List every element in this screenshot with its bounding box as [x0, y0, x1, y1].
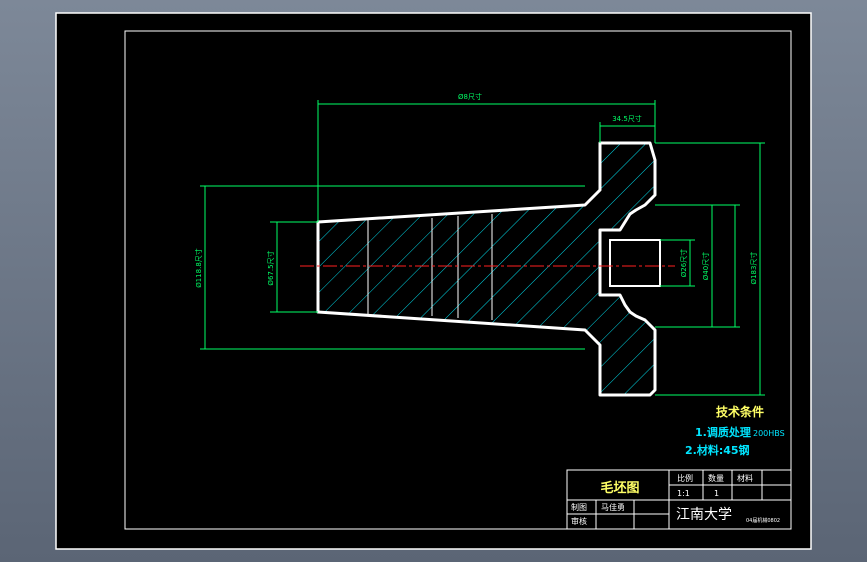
title-drawn-label: 制图 — [571, 502, 587, 512]
tech-item-1-value: 200HBS — [753, 429, 785, 438]
bore — [609, 239, 661, 287]
tech-heading: 技术条件 — [716, 404, 764, 419]
title-quantity-value: 1 — [714, 489, 719, 498]
dim-overall-length: Ø8尺寸 — [458, 92, 482, 101]
title-scale-label: 比例 — [677, 473, 693, 483]
dim-left-small-diameter: Ø67.5尺寸 — [266, 250, 275, 285]
drawing-canvas[interactable]: Ø8尺寸 34.5尺寸 Ø118.8尺寸 Ø67.5尺寸 Ø26尺寸 Ø40尺寸… — [0, 0, 867, 562]
title-scale-value: 1:1 — [677, 489, 690, 498]
cad-viewport[interactable]: Ø8尺寸 34.5尺寸 Ø118.8尺寸 Ø67.5尺寸 Ø26尺寸 Ø40尺寸… — [0, 0, 867, 562]
title-drawing-number: 04届机械0802 — [746, 517, 780, 524]
title-school: 江南大学 — [676, 507, 732, 523]
title-checked-label: 审核 — [571, 516, 587, 526]
dim-bore-diameter: Ø26尺寸 — [679, 249, 688, 277]
dim-flange-diameter: Ø183尺寸 — [749, 252, 758, 285]
title-drawing-name: 毛坯图 — [600, 480, 639, 496]
title-drawn-name: 马佳勇 — [601, 502, 625, 512]
dim-hub-diameter: Ø40尺寸 — [701, 252, 710, 280]
title-material-label: 材料 — [737, 473, 753, 483]
dim-flange-length: 34.5尺寸 — [612, 114, 642, 123]
dim-left-outer-diameter: Ø118.8尺寸 — [194, 248, 203, 288]
tech-item-2: 2.材料:45钢 — [685, 443, 750, 457]
title-quantity-label: 数量 — [708, 473, 724, 483]
tech-item-1: 1.调质处理 — [695, 425, 751, 439]
